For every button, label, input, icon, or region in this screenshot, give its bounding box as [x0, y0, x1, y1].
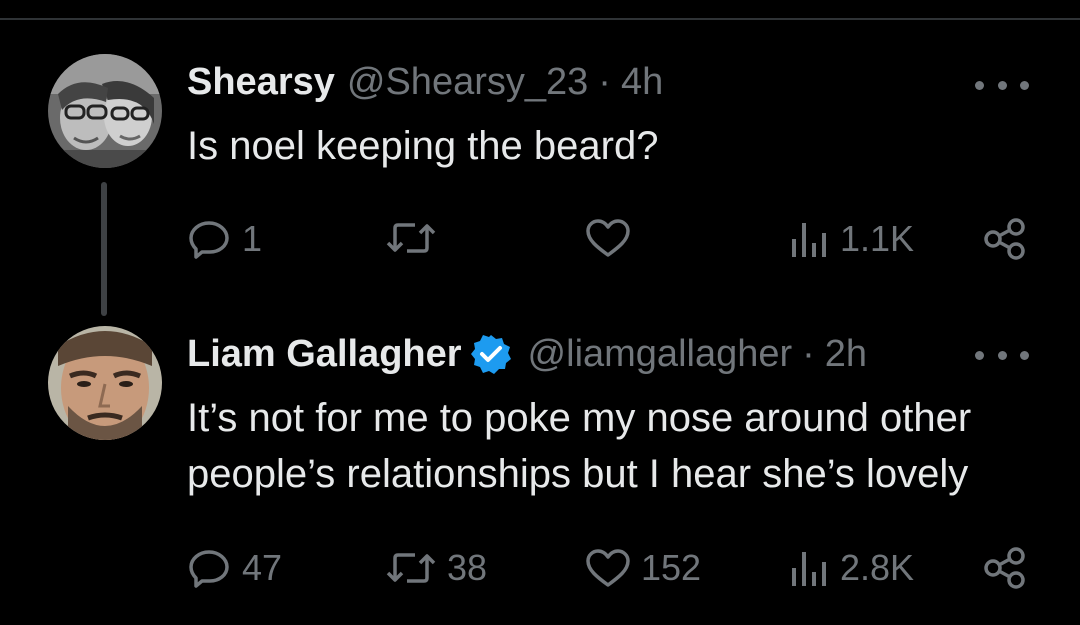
retweet-button[interactable] [385, 218, 447, 258]
reply-icon [189, 550, 229, 588]
more-icon[interactable] [972, 70, 1032, 100]
like-icon [586, 549, 630, 587]
separator-dot: · [802, 332, 815, 375]
reply-button[interactable]: 1 [188, 218, 262, 260]
retweet-button[interactable]: 38 [385, 547, 487, 589]
avatar[interactable] [48, 326, 162, 440]
display-name[interactable]: Shearsy [187, 61, 335, 104]
like-button[interactable]: 152 [585, 547, 701, 589]
tweet-text: Is noel keeping the beard? [187, 124, 659, 168]
retweet-count: 38 [447, 547, 488, 588]
views-icon [792, 223, 826, 257]
views-button[interactable]: 2.8K [788, 547, 914, 589]
like-icon [586, 219, 630, 257]
retweet-icon [386, 223, 436, 253]
thread-connector-line [101, 182, 107, 316]
tweet-header: Liam Gallagher @liamgallagher · 2h [187, 332, 867, 376]
more-icon[interactable] [972, 340, 1032, 370]
user-handle[interactable]: @liamgallagher [528, 333, 793, 376]
share-icon [984, 547, 1025, 589]
tweet-text: It’s not for me to poke my nose around o… [187, 396, 972, 496]
reply-icon [189, 221, 229, 259]
tweet-header: Shearsy @Shearsy_23 · 4h [187, 60, 663, 104]
verified-icon [470, 333, 512, 375]
reply-button[interactable]: 47 [188, 547, 282, 589]
user-handle[interactable]: @Shearsy_23 [347, 61, 588, 104]
like-count: 152 [641, 547, 702, 588]
reply-count: 47 [242, 547, 283, 588]
views-count: 2.8K [840, 547, 915, 588]
share-icon [984, 218, 1025, 260]
views-button[interactable]: 1.1K [788, 218, 914, 260]
views-count: 1.1K [840, 218, 915, 259]
avatar[interactable] [48, 54, 162, 168]
timestamp[interactable]: 4h [621, 61, 663, 104]
retweet-icon [386, 553, 436, 583]
share-button[interactable] [983, 547, 1027, 589]
separator-dot: · [598, 60, 611, 103]
like-button[interactable] [585, 218, 641, 258]
timestamp[interactable]: 2h [825, 333, 867, 376]
views-icon [792, 552, 826, 586]
display-name[interactable]: Liam Gallagher [187, 333, 462, 376]
share-button[interactable] [983, 218, 1027, 260]
top-divider [0, 18, 1080, 20]
reply-count: 1 [242, 218, 263, 259]
